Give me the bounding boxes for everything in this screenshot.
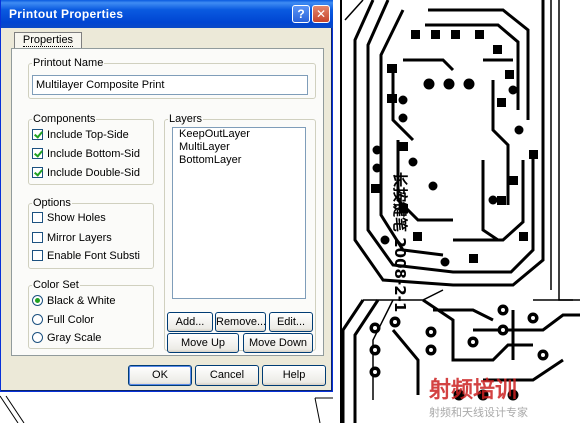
- include-bottom-side-checkbox[interactable]: Include Bottom-Sid: [32, 146, 140, 162]
- layers-listbox[interactable]: KeepOutLayer MultiLayer BottomLayer: [172, 127, 306, 299]
- checkbox-label: Enable Font Substi: [47, 250, 140, 262]
- checkbox-label: Mirror Layers: [47, 232, 112, 244]
- color-set-label: Color Set: [32, 279, 80, 291]
- enable-font-substitution-checkbox[interactable]: Enable Font Substi: [32, 248, 140, 264]
- layer-item-multilayer[interactable]: MultiLayer: [173, 141, 305, 154]
- help-icon[interactable]: ?: [292, 5, 310, 23]
- edit-layer-button[interactable]: Edit...: [269, 312, 313, 332]
- tab-properties[interactable]: Properties: [14, 32, 82, 49]
- full-color-radio[interactable]: Full Color: [32, 312, 94, 328]
- radio-unselected-icon: [32, 314, 43, 325]
- radio-label: Black & White: [47, 295, 116, 307]
- move-down-button[interactable]: Move Down: [243, 333, 313, 353]
- properties-panel: Printout Name Components Include Top-Sid…: [11, 48, 324, 356]
- components-label: Components: [32, 113, 97, 125]
- printout-name-label: Printout Name: [32, 57, 105, 69]
- checkbox-checked-icon: [32, 148, 43, 159]
- checkbox-unchecked-icon: [32, 212, 43, 223]
- background-drawing: [0, 395, 333, 423]
- black-white-radio[interactable]: Black & White: [32, 293, 115, 309]
- checkbox-unchecked-icon: [32, 232, 43, 243]
- remove-layer-button[interactable]: Remove...: [215, 312, 266, 332]
- watermark-title: 射频培训: [429, 378, 518, 403]
- checkbox-checked-icon: [32, 129, 43, 140]
- ok-button[interactable]: OK: [128, 365, 192, 386]
- title-bar[interactable]: Printout Properties ? ✕: [1, 0, 334, 28]
- checkbox-label: Include Double-Sid: [47, 167, 140, 179]
- watermark-subtitle: 射频和天线设计专家: [429, 406, 528, 419]
- include-double-side-checkbox[interactable]: Include Double-Sid: [32, 165, 140, 181]
- checkbox-label: Include Bottom-Sid: [47, 148, 140, 160]
- gray-scale-radio[interactable]: Gray Scale: [32, 330, 101, 346]
- printout-name-input[interactable]: [32, 75, 308, 95]
- layers-label: Layers: [168, 113, 204, 125]
- pcb-silkscreen-text: 长按键笔 2008-2-1: [391, 172, 409, 313]
- add-layer-button[interactable]: Add...: [167, 312, 213, 332]
- checkbox-label: Show Holes: [47, 212, 106, 224]
- options-label: Options: [32, 197, 72, 209]
- checkbox-unchecked-icon: [32, 250, 43, 261]
- cancel-button[interactable]: Cancel: [195, 365, 259, 386]
- radio-label: Gray Scale: [47, 332, 102, 344]
- radio-unselected-icon: [32, 332, 43, 343]
- close-icon[interactable]: ✕: [312, 5, 330, 23]
- include-top-side-checkbox[interactable]: Include Top-Side: [32, 127, 129, 143]
- layer-item-bottom[interactable]: BottomLayer: [173, 154, 305, 167]
- checkbox-checked-icon: [32, 167, 43, 178]
- move-up-button[interactable]: Move Up: [167, 333, 239, 353]
- printout-properties-dialog: Printout Properties ? ✕ Properties Print…: [0, 0, 334, 392]
- checkbox-label: Include Top-Side: [47, 129, 129, 141]
- radio-label: Full Color: [47, 314, 95, 326]
- mirror-layers-checkbox[interactable]: Mirror Layers: [32, 230, 112, 246]
- tab-label: Properties: [22, 34, 74, 47]
- window-title: Printout Properties: [9, 7, 124, 21]
- show-holes-checkbox[interactable]: Show Holes: [32, 210, 106, 226]
- radio-selected-icon: [32, 295, 43, 306]
- help-button[interactable]: Help: [262, 365, 326, 386]
- layer-item-keepout[interactable]: KeepOutLayer: [173, 128, 305, 141]
- pcb-artwork: [340, 0, 580, 423]
- pcb-preview: 长按键笔 2008-2-1 射频培训 射频和天线设计专家: [333, 0, 580, 423]
